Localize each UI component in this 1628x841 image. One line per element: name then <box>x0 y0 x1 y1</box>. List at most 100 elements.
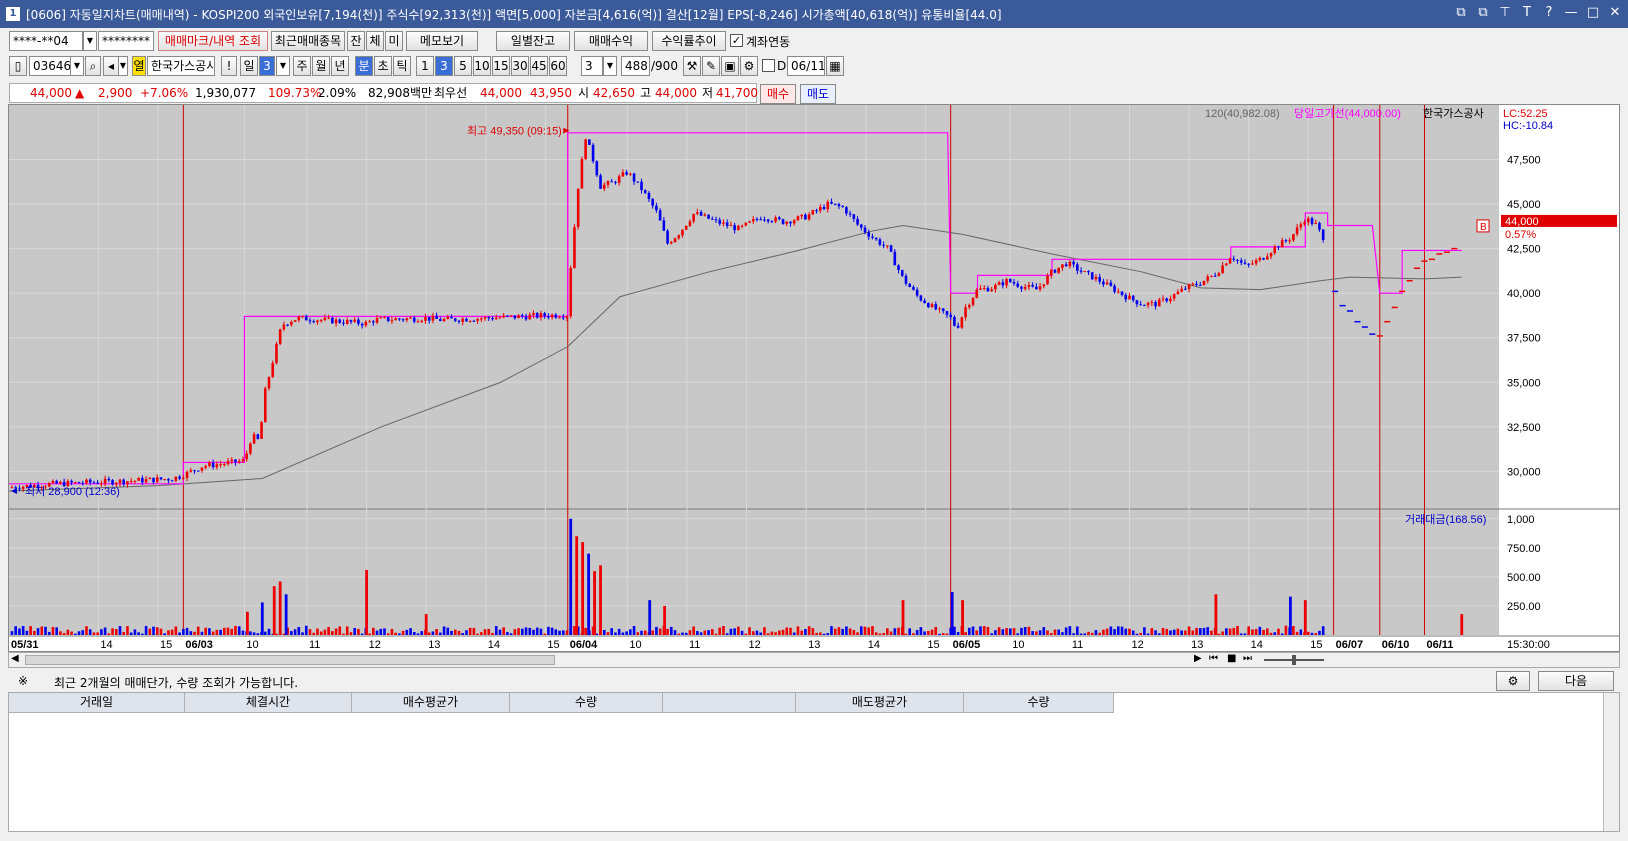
code-dropdown-icon[interactable]: ▼ <box>70 56 84 76</box>
zoom-slider-handle[interactable] <box>1292 655 1296 665</box>
return-trend-button[interactable]: 수익률추이 <box>652 31 726 51</box>
buy-button[interactable]: 매수 <box>760 84 796 104</box>
minute-1-button[interactable]: 1 <box>416 56 434 76</box>
period-second-button[interactable]: 초 <box>374 56 392 76</box>
recent-items-button[interactable]: 최근매매종목 <box>271 31 345 51</box>
volume-bar <box>688 630 692 635</box>
password-input[interactable]: ******** <box>98 31 154 51</box>
candle-body <box>1035 286 1038 290</box>
col-buy-avg[interactable]: 매수평균가 <box>352 693 510 713</box>
minute-10-button[interactable]: 10 <box>473 56 491 76</box>
play-icon[interactable]: ▶ <box>1194 653 1202 664</box>
min-price-label: 최저 28,900 (12:36) <box>25 485 120 498</box>
volume-bar <box>223 627 226 635</box>
account-input[interactable]: ****-**04 <box>9 31 83 51</box>
stock-code-input[interactable]: 036460 <box>29 56 71 76</box>
che-button[interactable]: 체 <box>366 31 384 51</box>
candle-body <box>1128 295 1131 300</box>
next-button[interactable]: 다음 <box>1538 671 1614 691</box>
price-chart[interactable]: 47,500 45,000 42,500 40,000 37,500 35,000 32,5… <box>9 105 1619 651</box>
candle-body <box>70 480 73 483</box>
calendar-icon[interactable]: ▦ <box>826 56 844 76</box>
volume-bar <box>1292 626 1295 635</box>
restore-icon[interactable]: ⧉ <box>1454 5 1468 20</box>
candle-body <box>1005 279 1008 286</box>
minute-3-button[interactable]: 3 <box>435 56 453 76</box>
chart-area[interactable]: 47,500 45,000 42,500 40,000 37,500 35,000 32,5… <box>8 104 1620 652</box>
count-select[interactable]: 3 <box>581 56 603 76</box>
period-week-button[interactable]: 주 <box>293 56 311 76</box>
candle-body <box>1318 222 1321 230</box>
candle-body <box>1057 267 1061 273</box>
draw-icon[interactable]: ✎ <box>702 56 720 76</box>
candle-body <box>945 311 949 315</box>
candle-body <box>934 304 938 310</box>
table-scrollbar[interactable] <box>1603 693 1619 831</box>
daily-balance-button[interactable]: 일별잔고 <box>496 31 570 51</box>
save-icon[interactable]: ▣ <box>721 56 739 76</box>
help-icon[interactable]: ? <box>1542 5 1556 20</box>
period-minute-button[interactable]: 분 <box>355 56 373 76</box>
speaker-dropdown-icon[interactable]: ▼ <box>118 56 128 76</box>
period-month-button[interactable]: 월 <box>312 56 330 76</box>
period-dropdown-icon[interactable]: ▼ <box>276 56 290 76</box>
minute-60-button[interactable]: 60 <box>549 56 567 76</box>
sell-button[interactable]: 매도 <box>800 84 836 104</box>
account-link-checkbox[interactable]: ✓ <box>730 34 743 47</box>
layout-icon[interactable]: ▯ <box>9 56 27 76</box>
minute-30-button[interactable]: 30 <box>511 56 529 76</box>
date-checkbox[interactable] <box>762 59 775 72</box>
speaker-icon[interactable]: ◂ <box>103 56 119 76</box>
font-icon[interactable]: T <box>1520 5 1534 20</box>
volume-bar <box>234 625 237 635</box>
memo-button[interactable]: 메모보기 <box>406 31 478 51</box>
col-trade-date[interactable]: 거래일 <box>9 693 185 713</box>
volume-bar <box>412 631 416 635</box>
y-tick-label: 40,000 <box>1507 288 1541 300</box>
search-icon[interactable]: ⌕ <box>85 56 101 76</box>
volume-bar <box>1187 626 1191 635</box>
col-buy-qty[interactable]: 수량 <box>510 693 663 713</box>
period-year-button[interactable]: 년 <box>331 56 349 76</box>
candle-body <box>1262 258 1265 260</box>
settings-gear-icon[interactable]: ⚙ <box>740 56 758 76</box>
gear-icon[interactable]: ⚙ <box>1496 671 1530 691</box>
scroll-left-icon[interactable]: ◀ <box>11 653 19 664</box>
col-exec-time[interactable]: 체결시간 <box>185 693 352 713</box>
scroll-thumb[interactable] <box>25 655 555 665</box>
y-tick-label: 35,000 <box>1507 377 1541 389</box>
tile-icon[interactable]: ⧉ <box>1476 5 1490 20</box>
first-icon[interactable]: ⏮ <box>1209 653 1218 664</box>
minute-5-button[interactable]: 5 <box>454 56 472 76</box>
close-button[interactable]: ✕ <box>1608 5 1622 20</box>
date-input[interactable]: 06/11 <box>787 56 825 76</box>
count-input[interactable]: 488 <box>621 56 650 76</box>
maximize-button[interactable]: □ <box>1586 5 1600 20</box>
period-tick-button[interactable]: 틱 <box>393 56 411 76</box>
col-sell-avg[interactable]: 매도평균가 <box>796 693 964 713</box>
account-dropdown-icon[interactable]: ▼ <box>83 31 97 51</box>
jan-button[interactable]: 잔 <box>347 31 365 51</box>
chart-scrollbar[interactable]: ◀ ▶ ⏮ ■ ⏭ <box>8 652 1620 668</box>
minimize-button[interactable]: — <box>1564 5 1578 20</box>
col-sell-qty[interactable]: 수량 <box>964 693 1114 713</box>
mi-button[interactable]: 미 <box>385 31 403 51</box>
trade-mark-button[interactable]: 매매마크/내역 조회 <box>158 31 268 51</box>
pin-icon[interactable]: ⊤ <box>1498 5 1512 20</box>
period-day-button[interactable]: 일 <box>240 56 258 76</box>
alert-button[interactable]: ! <box>221 56 237 76</box>
stop-icon[interactable]: ■ <box>1227 653 1236 664</box>
minute-45-button[interactable]: 45 <box>530 56 548 76</box>
period-num-button[interactable]: 3 <box>259 56 275 76</box>
candle-body <box>982 288 986 290</box>
last-icon[interactable]: ⏭ <box>1243 653 1252 664</box>
count-dropdown-icon[interactable]: ▼ <box>603 56 617 76</box>
trade-profit-button[interactable]: 매매수익 <box>574 31 648 51</box>
volume-burst-bar <box>1214 594 1218 635</box>
volume-bar <box>208 628 211 635</box>
candle-body <box>1277 246 1280 248</box>
minute-15-button[interactable]: 15 <box>492 56 510 76</box>
indicator-icon[interactable]: ⚒ <box>683 56 701 76</box>
flag-button[interactable]: 열 <box>132 56 146 76</box>
stock-name-field[interactable]: 한국가스공사 <box>147 56 215 76</box>
